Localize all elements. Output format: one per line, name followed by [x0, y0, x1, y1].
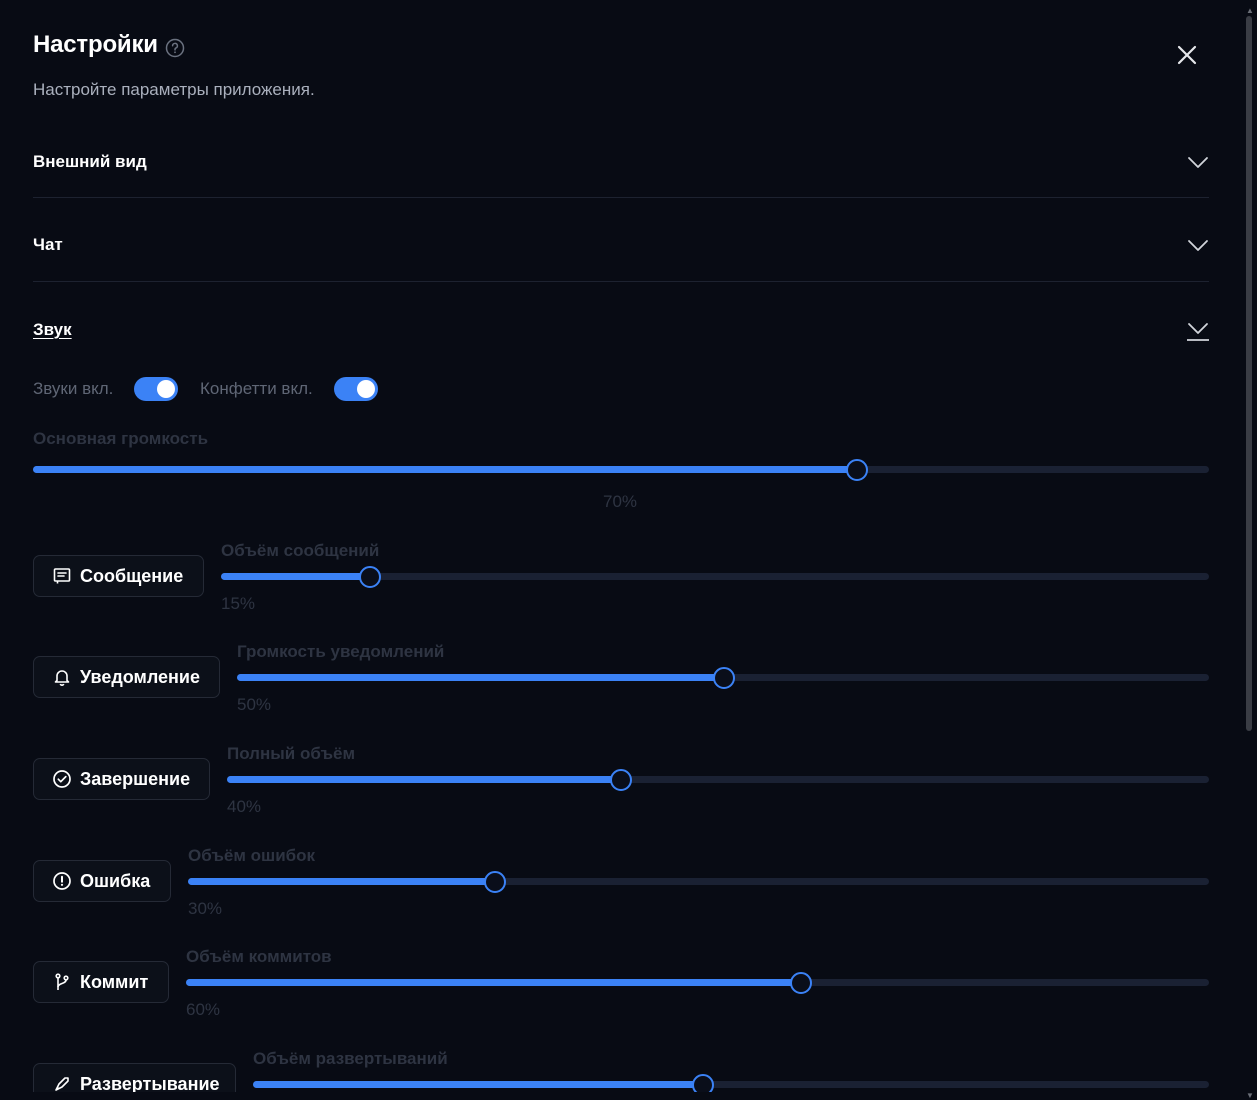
play-check-circle-button[interactable]: Завершение [33, 758, 210, 800]
play-rocket-button[interactable]: Развертывание [33, 1063, 236, 1092]
slider-fill [188, 878, 494, 885]
slider-thumb[interactable] [713, 667, 735, 689]
play-message-button[interactable]: Сообщение [33, 555, 204, 597]
sound-button-label: Коммит [80, 971, 149, 992]
sound-volume-value: 50% [237, 695, 272, 714]
section-chat[interactable]: Чат [33, 234, 1209, 256]
sound-volume-value: 30% [188, 899, 223, 918]
sound-volume-slider[interactable] [253, 1074, 1209, 1092]
chevron-down-icon [1187, 323, 1209, 341]
section-sound-label: Звук [33, 320, 72, 339]
slider-fill [253, 1081, 702, 1088]
master-volume-label: Основная громкость [33, 429, 209, 448]
sound-volume-value: 60% [186, 1000, 221, 1019]
chevron-down-icon [1188, 240, 1208, 251]
close-icon[interactable] [1174, 42, 1200, 68]
slider-fill [227, 776, 620, 783]
scrollbar-thumb[interactable] [1246, 16, 1252, 731]
sound-volume-label: Объём ошибок [188, 846, 316, 865]
sound-volume-label: Объём сообщений [221, 541, 380, 560]
settings-dialog: Настройки Настройте параметры приложения… [0, 0, 1243, 1092]
sound-volume-value: 40% [227, 797, 262, 816]
master-volume-value: 70% [603, 492, 638, 511]
divider [33, 197, 1209, 198]
section-appearance-label: Внешний вид [33, 152, 147, 171]
slider-fill [221, 573, 369, 580]
slider-thumb[interactable] [484, 871, 506, 893]
section-chat-label: Чат [33, 235, 63, 254]
slider-thumb[interactable] [846, 459, 868, 481]
toggle-knob [357, 380, 375, 398]
check-circle-icon [52, 769, 72, 789]
rocket-icon [52, 1074, 72, 1092]
sound-volume-slider[interactable] [237, 667, 1209, 689]
play-git-branch-button[interactable]: Коммит [33, 961, 169, 1003]
slider-fill [186, 979, 800, 986]
sound-volume-slider[interactable] [227, 769, 1209, 791]
sound-volume-value: 15% [221, 594, 256, 613]
bell-icon [52, 667, 72, 687]
alert-circle-icon [52, 871, 72, 891]
chevron-down-icon [1188, 157, 1208, 168]
sounds-toggle-label: Звуки вкл. [33, 379, 114, 398]
slider-thumb[interactable] [692, 1074, 714, 1092]
slider-thumb[interactable] [790, 972, 812, 994]
git-branch-icon [52, 972, 72, 992]
play-bell-button[interactable]: Уведомление [33, 656, 220, 698]
confetti-toggle[interactable] [334, 377, 378, 401]
page-subtitle: Настройте параметры приложения. [33, 80, 315, 99]
confetti-toggle-label: Конфетти вкл. [200, 379, 313, 398]
sound-volume-label: Объём коммитов [186, 947, 332, 966]
sound-button-label: Уведомление [80, 666, 201, 687]
scroll-down-icon[interactable]: ▼ [1246, 1091, 1254, 1100]
play-alert-circle-button[interactable]: Ошибка [33, 860, 171, 902]
sound-button-label: Сообщение [80, 565, 184, 586]
slider-thumb[interactable] [610, 769, 632, 791]
slider-thumb[interactable] [359, 566, 381, 588]
toggle-knob [157, 380, 175, 398]
slider-fill [237, 674, 723, 681]
sound-volume-label: Полный объём [227, 744, 356, 763]
sound-volume-label: Объём развертываний [253, 1049, 448, 1068]
section-sound[interactable]: Звук [33, 319, 1209, 341]
divider [33, 281, 1209, 282]
sound-volume-slider[interactable] [221, 566, 1209, 588]
section-appearance[interactable]: Внешний вид [33, 151, 1209, 173]
page-title: Настройки [33, 31, 158, 58]
help-icon[interactable] [165, 38, 185, 58]
sounds-toggle[interactable] [134, 377, 178, 401]
scroll-up-icon[interactable]: ▲ [1246, 6, 1254, 15]
sound-button-label: Завершение [80, 768, 191, 789]
sound-volume-slider[interactable] [186, 972, 1209, 994]
message-icon [52, 566, 72, 586]
master-volume-slider[interactable] [33, 459, 1209, 481]
sound-button-label: Ошибка [80, 870, 151, 891]
sound-volume-label: Громкость уведомлений [237, 642, 445, 661]
sound-volume-slider[interactable] [188, 871, 1209, 893]
sound-button-label: Развертывание [80, 1073, 220, 1093]
scrollbar[interactable]: ▲ ▼ [1244, 6, 1254, 1100]
slider-fill [33, 466, 856, 473]
